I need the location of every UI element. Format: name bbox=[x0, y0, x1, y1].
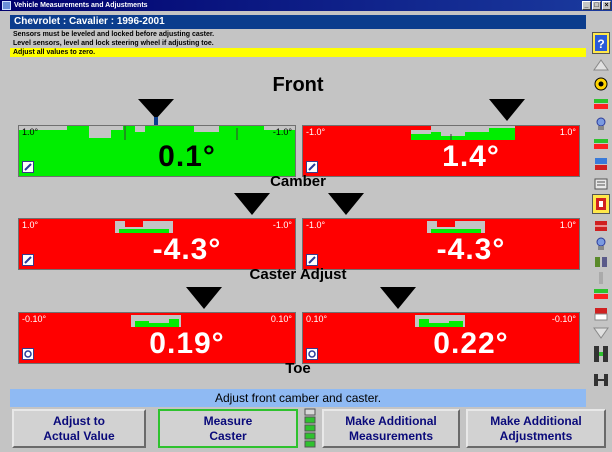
camber-right-gauge: -1.0° 1.0° 1.4° bbox=[302, 125, 580, 177]
gauge-max-label: 1.0° bbox=[559, 127, 576, 137]
instruction-highlight: Adjust all values to zero. bbox=[10, 48, 586, 57]
caster-left-value: -4.3° bbox=[152, 233, 222, 266]
toe-right-target-arrow bbox=[380, 287, 416, 309]
application-window: Vehicle Measurements and Adjustments _ □… bbox=[0, 0, 612, 452]
title-bar: Vehicle Measurements and Adjustments _ □… bbox=[0, 0, 612, 11]
make-additional-measurements-button[interactable]: Make Additional Measurements bbox=[322, 409, 460, 448]
maximize-button[interactable]: □ bbox=[592, 1, 601, 10]
instruction-line: Sensors must be leveled and locked befor… bbox=[13, 31, 215, 38]
button-label: Measurements bbox=[348, 429, 434, 443]
caster-left-gauge: 1.0° -1.0° -4.3° bbox=[18, 218, 296, 270]
gauge-min-label: 1.0° bbox=[22, 220, 39, 230]
tolerance-band bbox=[19, 126, 295, 140]
svg-text:?: ? bbox=[597, 37, 604, 51]
alignment-icon[interactable] bbox=[592, 344, 610, 364]
gauge-max-label: -1.0° bbox=[272, 127, 292, 137]
button-label: Adjustments bbox=[499, 429, 573, 443]
tolerance-band bbox=[303, 313, 579, 327]
make-additional-adjustments-button[interactable]: Make Additional Adjustments bbox=[466, 409, 606, 448]
caster-left-target-arrow bbox=[234, 193, 270, 215]
shims-icon[interactable] bbox=[592, 218, 610, 234]
button-label: Adjust to bbox=[53, 414, 105, 428]
wrench-icon[interactable] bbox=[22, 161, 34, 173]
right-toolbar: ? bbox=[591, 30, 611, 422]
button-label: Make Additional bbox=[345, 414, 437, 428]
camber-left-gauge: 1.0° -1.0° 0.1° bbox=[18, 125, 296, 177]
instructions: Sensors must be leveled and locked befor… bbox=[10, 30, 586, 57]
wheel-icon[interactable] bbox=[592, 194, 610, 214]
toe-left-value: 0.19° bbox=[149, 327, 225, 360]
tolerance-band bbox=[19, 313, 295, 327]
level-indicator-icon bbox=[304, 408, 316, 448]
tolerance-band bbox=[303, 126, 579, 140]
gauge-max-label: -0.10° bbox=[551, 314, 576, 324]
wrench-icon[interactable] bbox=[306, 254, 318, 266]
sensor-icon[interactable] bbox=[22, 348, 34, 360]
toe-right-value: 0.22° bbox=[433, 327, 509, 360]
caster-right-gauge: -1.0° 1.0° -4.3° bbox=[302, 218, 580, 270]
page-title: Front bbox=[272, 74, 324, 96]
print-icon[interactable] bbox=[592, 176, 610, 192]
vehicle-specs-icon[interactable] bbox=[592, 136, 610, 152]
wrench-icon[interactable] bbox=[306, 161, 318, 173]
button-label: Measure bbox=[203, 414, 253, 428]
tools-icon[interactable] bbox=[592, 254, 610, 270]
gauge-min-label: 0.10° bbox=[306, 314, 328, 324]
help-icon[interactable]: ? bbox=[592, 32, 610, 54]
instruction-line: Level sensors, level and lock steering w… bbox=[13, 40, 214, 47]
toe-left-gauge: -0.10° 0.10° 0.19° bbox=[18, 312, 296, 364]
minimize-button[interactable]: _ bbox=[582, 1, 591, 10]
sensor-icon[interactable] bbox=[592, 116, 610, 132]
gauge-min-label: -0.10° bbox=[22, 314, 47, 324]
scroll-down-icon[interactable] bbox=[592, 326, 610, 342]
gauge-max-label: 0.10° bbox=[270, 314, 292, 324]
measure-caster-button[interactable]: Measure Caster bbox=[158, 409, 298, 448]
wrench-icon[interactable] bbox=[22, 254, 34, 266]
vehicle-specs-icon[interactable] bbox=[592, 286, 610, 302]
app-icon[interactable] bbox=[2, 1, 11, 10]
status-bar: Adjust front camber and caster. bbox=[10, 389, 586, 407]
camber-label: Camber bbox=[270, 173, 326, 190]
button-label: Make Additional bbox=[490, 414, 582, 428]
report-icon[interactable] bbox=[592, 156, 610, 172]
vehicle-bar: Chevrolet : Cavalier : 1996-2001 bbox=[10, 15, 586, 29]
toe-label: Toe bbox=[285, 360, 311, 377]
camber-right-value: 1.4° bbox=[442, 140, 500, 173]
scroll-up-icon[interactable] bbox=[592, 58, 610, 74]
caster-right-target-arrow bbox=[328, 193, 364, 215]
button-label: Caster bbox=[209, 429, 247, 443]
gauge-max-label: -1.0° bbox=[272, 220, 292, 230]
camber-right-target-arrow bbox=[489, 99, 525, 121]
button-label: Actual Value bbox=[43, 429, 115, 443]
window-title: Vehicle Measurements and Adjustments bbox=[14, 2, 148, 9]
target-icon[interactable] bbox=[592, 76, 610, 92]
alignment-icon[interactable] bbox=[592, 370, 610, 390]
gauge-max-label: 1.0° bbox=[559, 220, 576, 230]
adjust-to-actual-value-button[interactable]: Adjust to Actual Value bbox=[12, 409, 146, 448]
gauge-min-label: -1.0° bbox=[306, 127, 326, 137]
caster-right-value: -4.3° bbox=[436, 233, 506, 266]
toe-right-gauge: 0.10° -0.10° 0.22° bbox=[302, 312, 580, 364]
camber-left-value: 0.1° bbox=[158, 140, 216, 173]
close-button[interactable]: × bbox=[602, 1, 611, 10]
tolerance-band bbox=[19, 219, 295, 233]
vehicle-specs-icon[interactable] bbox=[592, 96, 610, 112]
measurement-panel: Front 1.0° -1.0° 0.1° -1.0° 1.0° 1.4° Ca… bbox=[10, 67, 586, 387]
sensor-icon[interactable] bbox=[306, 348, 318, 360]
gauge-min-label: 1.0° bbox=[22, 127, 39, 137]
gauge-min-label: -1.0° bbox=[306, 220, 326, 230]
flag-icon[interactable] bbox=[592, 306, 610, 322]
toe-left-target-arrow bbox=[186, 287, 222, 309]
tolerance-band bbox=[303, 219, 579, 233]
caster-label: Caster Adjust bbox=[249, 266, 347, 283]
vehicle-label: Chevrolet : Cavalier : 1996-2001 bbox=[14, 16, 165, 27]
sensor-icon[interactable] bbox=[592, 236, 610, 252]
